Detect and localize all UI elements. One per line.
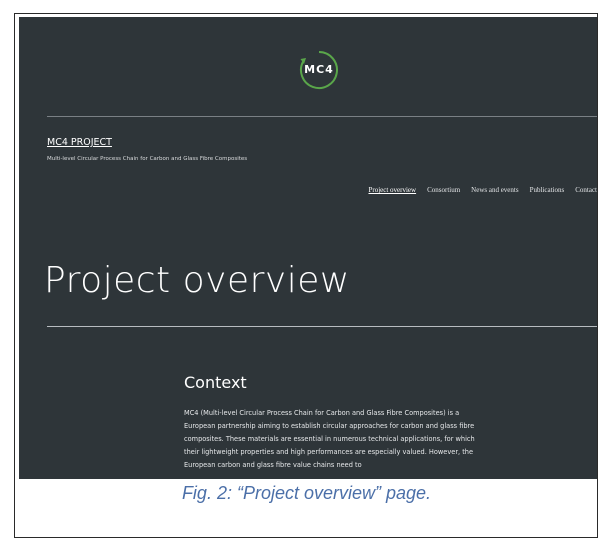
nav-item-project-overview[interactable]: Project overview — [368, 186, 416, 194]
nav-item-consortium[interactable]: Consortium — [427, 186, 460, 194]
figure-caption: Fig. 2: “Project overview” page. — [181, 483, 432, 503]
website-screenshot: MC4 MC4 PROJECT Multi-level Circular Pro… — [19, 17, 597, 479]
logo-text: MC4 — [304, 63, 334, 76]
site-subtitle: Multi-level Circular Process Chain for C… — [47, 156, 248, 162]
main-nav: Project overview Consortium News and eve… — [368, 186, 597, 194]
title-divider — [47, 326, 597, 327]
nav-item-contact[interactable]: Contact — [575, 186, 597, 194]
mc4-logo[interactable]: MC4 — [299, 50, 339, 90]
page-title: Project overview — [44, 260, 350, 301]
section-heading: Context — [184, 373, 247, 392]
site-title-link[interactable]: MC4 PROJECT — [47, 137, 112, 148]
section-body-text: MC4 (Multi-level Circular Process Chain … — [184, 409, 475, 469]
header-divider — [47, 116, 597, 117]
nav-item-publications[interactable]: Publications — [530, 186, 565, 194]
nav-item-news-and-events[interactable]: News and events — [471, 186, 518, 194]
